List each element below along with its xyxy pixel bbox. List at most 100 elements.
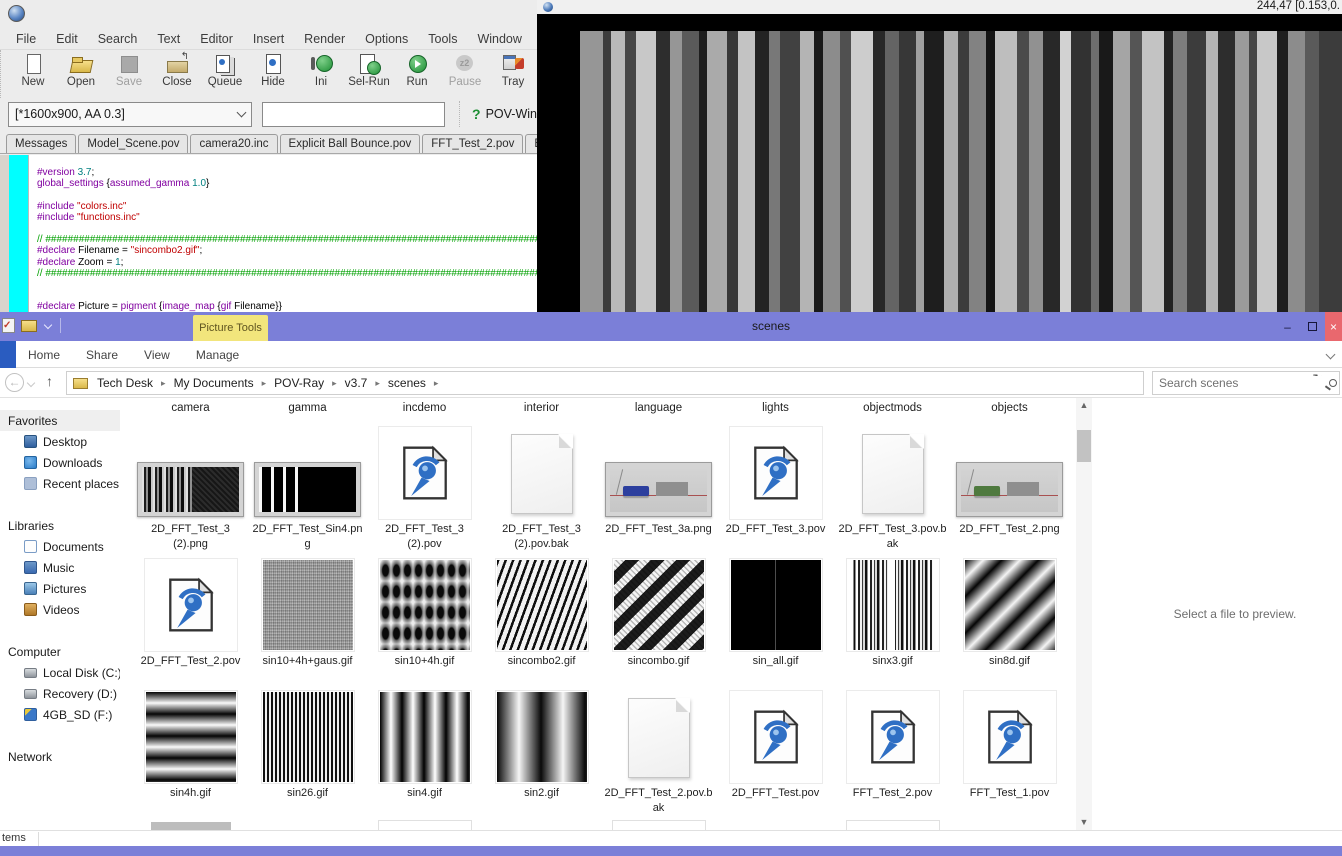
forward-button[interactable]	[27, 379, 35, 387]
menu-window[interactable]: Window	[467, 30, 531, 48]
folder-item-objects[interactable]: objects	[951, 402, 1068, 424]
scroll-down-icon[interactable]: ▼	[1076, 815, 1092, 830]
menu-tools[interactable]: Tools	[418, 30, 467, 48]
render-preset-dropdown[interactable]: [*1600x900, AA 0.3]	[8, 102, 252, 127]
new-folder-icon[interactable]	[21, 320, 37, 332]
search-icon[interactable]	[1329, 379, 1337, 387]
toolbar-queue-button[interactable]: Queue	[201, 53, 249, 88]
sidebar-group-libraries[interactable]: Libraries	[0, 515, 120, 536]
tab-manage[interactable]: Manage	[196, 348, 239, 362]
tab-file[interactable]	[0, 341, 16, 368]
file-item[interactable]: 2D_FFT_Test_2.pov	[132, 556, 249, 688]
sidebar-item-documents[interactable]: Documents	[0, 536, 120, 557]
file-item[interactable]: 2D_FFT_Test_3 (2).pov.bak	[483, 424, 600, 556]
menu-editor[interactable]: Editor	[190, 30, 243, 48]
menu-search[interactable]: Search	[88, 30, 148, 48]
povray-titlebar[interactable]	[0, 0, 537, 28]
breadcrumb-item[interactable]: scenes	[386, 376, 428, 390]
editor-tab-eval-pig[interactable]: Eval_pig	[525, 134, 537, 153]
maximize-button[interactable]	[1300, 312, 1325, 341]
editor-code[interactable]: #version 3.7;global_settings {assumed_ga…	[29, 155, 537, 312]
editor-tab-camera20-inc[interactable]: camera20.inc	[190, 134, 277, 153]
file-item[interactable]: 2D_FFT_Test_Sin4.png	[249, 424, 366, 556]
toolbar-save-button[interactable]: Save	[105, 53, 153, 88]
menu-edit[interactable]: Edit	[46, 30, 88, 48]
file-item[interactable]: sin8d.gif	[951, 556, 1068, 688]
sidebar-item-recovery-d-[interactable]: Recovery (D:)	[0, 683, 120, 704]
sidebar-item-downloads[interactable]: Downloads	[0, 452, 120, 473]
file-item[interactable]: sincombo2.gif	[483, 556, 600, 688]
toolbar-tray-button[interactable]: Tray	[489, 53, 537, 88]
menu-insert[interactable]: Insert	[243, 30, 294, 48]
file-item[interactable]: 2D_FFT_Test_3 (2).png	[132, 424, 249, 556]
folder-item-gamma[interactable]: gamma	[249, 402, 366, 424]
toolbar-ini-button[interactable]: Ini	[297, 53, 345, 88]
folder-item-lights[interactable]: lights	[717, 402, 834, 424]
menu-file[interactable]: File	[6, 30, 46, 48]
file-item[interactable]: sin10+4h+gaus.gif	[249, 556, 366, 688]
povwin-help[interactable]: ? POV-Win	[459, 101, 537, 127]
file-item[interactable]: 2D_FFT_Test_3.pov	[717, 424, 834, 556]
ribbon-collapse-icon[interactable]	[1326, 350, 1336, 360]
file-item[interactable]: sin_all.gif	[717, 556, 834, 688]
toolbar-new-button[interactable]: New	[9, 53, 57, 88]
properties-icon[interactable]	[2, 318, 15, 333]
file-item[interactable]: FFT_Test_1.pov	[951, 688, 1068, 820]
toolbar-selrun-button[interactable]: Sel-Run	[345, 53, 393, 88]
editor-tab-explicit-ball-bounce-pov[interactable]: Explicit Ball Bounce.pov	[280, 134, 421, 153]
breadcrumb-item[interactable]: POV-Ray	[272, 376, 326, 390]
folder-item-incdemo[interactable]: incdemo	[366, 402, 483, 424]
toolbar-hide-button[interactable]: Hide	[249, 53, 297, 88]
tab-home[interactable]: Home	[28, 348, 60, 362]
toolbar-close-button[interactable]: Close	[153, 53, 201, 88]
minimize-button[interactable]: –	[1275, 312, 1300, 341]
sidebar-item-desktop[interactable]: Desktop	[0, 431, 120, 452]
search-input[interactable]	[1153, 376, 1329, 390]
picture-tools-contextual-tab[interactable]: Picture Tools	[193, 315, 268, 341]
sidebar-group-network[interactable]: Network	[0, 746, 120, 767]
editor-tab-fft-test-2-pov[interactable]: FFT_Test_2.pov	[422, 134, 523, 153]
sidebar-group-computer[interactable]: Computer	[0, 641, 120, 662]
folder-item-language[interactable]: language	[600, 402, 717, 424]
file-item[interactable]: 2D_FFT_Test_3 (2).pov	[366, 424, 483, 556]
file-item[interactable]: sin4h.gif	[132, 688, 249, 820]
tab-share[interactable]: Share	[86, 348, 118, 362]
vertical-scrollbar[interactable]: ▲ ▼	[1076, 398, 1092, 830]
scrollbar-thumb[interactable]	[1077, 430, 1091, 462]
sidebar-item-recent-places[interactable]: Recent places	[0, 473, 120, 494]
customize-quick-access-icon[interactable]	[44, 320, 52, 328]
sidebar-item-local-disk-c-[interactable]: Local Disk (C:)	[0, 662, 120, 683]
toolbar-run-button[interactable]: Run	[393, 53, 441, 88]
tab-view[interactable]: View	[144, 348, 170, 362]
breadcrumb-item[interactable]: v3.7	[343, 376, 370, 390]
folder-item-objectmods[interactable]: objectmods	[834, 402, 951, 424]
file-item[interactable]: sincombo.gif	[600, 556, 717, 688]
back-button[interactable]: ←	[5, 373, 24, 392]
breadcrumb[interactable]: Tech Desk▸My Documents▸POV-Ray▸v3.7▸scen…	[66, 371, 1144, 395]
sidebar-item-videos[interactable]: Videos	[0, 599, 120, 620]
povray-editor[interactable]: #version 3.7;global_settings {assumed_ga…	[0, 155, 537, 312]
command-line-field[interactable]	[262, 102, 445, 127]
file-item[interactable]: sin2.gif	[483, 688, 600, 820]
up-button[interactable]: ↑	[46, 373, 53, 389]
editor-tab-messages[interactable]: Messages	[6, 134, 76, 153]
sidebar-item-music[interactable]: Music	[0, 557, 120, 578]
toolbar-open-button[interactable]: Open	[57, 53, 105, 88]
scroll-up-icon[interactable]: ▲	[1076, 398, 1092, 413]
editor-tab-model-scene-pov[interactable]: Model_Scene.pov	[78, 134, 188, 153]
breadcrumb-item[interactable]: Tech Desk	[95, 376, 155, 390]
folder-item-interior[interactable]: interior	[483, 402, 600, 424]
sidebar-group-favorites[interactable]: Favorites	[0, 410, 120, 431]
file-item[interactable]: 2D_FFT_Test.pov	[717, 688, 834, 820]
toolbar-pause-button[interactable]: Pause	[441, 53, 489, 88]
file-item[interactable]: sin26.gif	[249, 688, 366, 820]
sidebar-item-pictures[interactable]: Pictures	[0, 578, 120, 599]
menu-text[interactable]: Text	[147, 30, 190, 48]
file-item[interactable]: sin10+4h.gif	[366, 556, 483, 688]
breadcrumb-item[interactable]: My Documents	[172, 376, 256, 390]
file-item[interactable]: 2D_FFT_Test_2.png	[951, 424, 1068, 556]
explorer-titlebar[interactable]: Picture Tools scenes – ×	[0, 312, 1342, 341]
menu-render[interactable]: Render	[294, 30, 355, 48]
file-item[interactable]: 2D_FFT_Test_3.pov.bak	[834, 424, 951, 556]
file-item[interactable]: FFT_Test_2.pov	[834, 688, 951, 820]
